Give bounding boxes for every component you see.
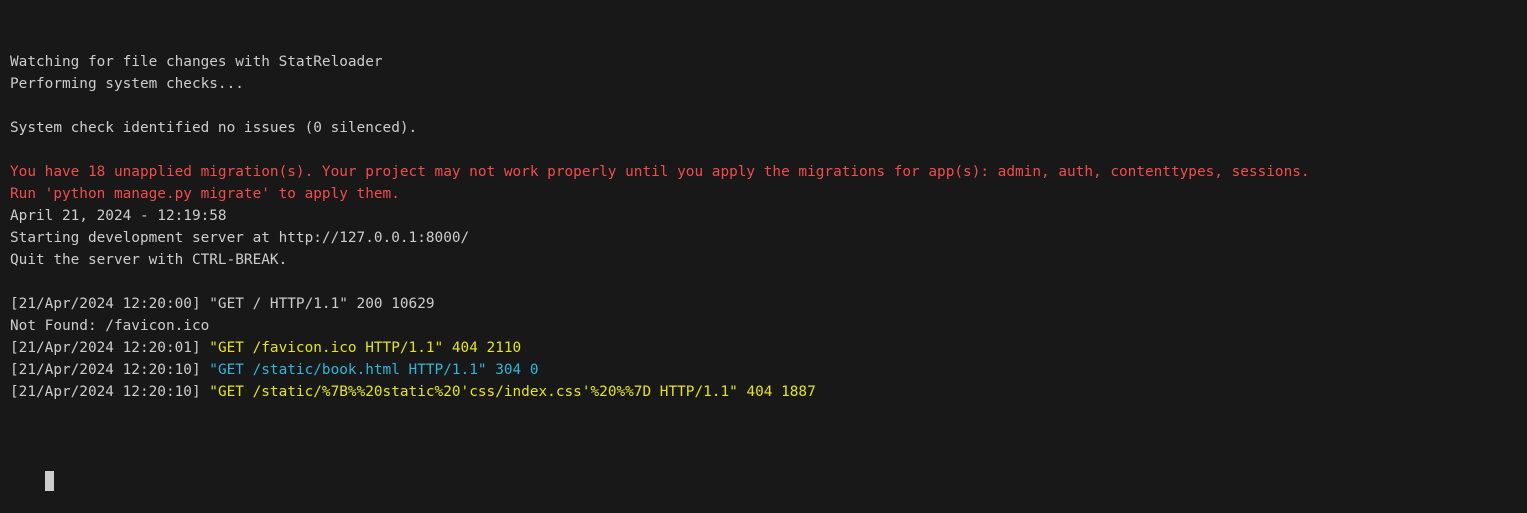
terminal-line: Starting development server at http://12… <box>10 227 1517 249</box>
terminal-line: Performing system checks... <box>10 73 1517 95</box>
terminal-output[interactable]: Watching for file changes with StatReloa… <box>0 0 1527 491</box>
terminal-text-segment: "GET /static/book.html HTTP/1.1" 304 0 <box>209 362 539 378</box>
terminal-text-segment: Not Found: /favicon.ico <box>10 318 210 334</box>
terminal-line: Quit the server with CTRL-BREAK. <box>10 249 1517 271</box>
terminal-line: [21/Apr/2024 12:20:10] "GET /static/%7B%… <box>10 381 1517 403</box>
terminal-text-segment: Run 'python manage.py migrate' to apply … <box>10 186 400 202</box>
terminal-line: Watching for file changes with StatReloa… <box>10 51 1517 73</box>
terminal-line: Run 'python manage.py migrate' to apply … <box>10 183 1517 205</box>
terminal-text-segment: Starting development server at http://12… <box>10 230 470 246</box>
text-cursor <box>44 471 54 491</box>
terminal-line: Not Found: /favicon.ico <box>10 315 1517 337</box>
terminal-text-segment: "GET /static/%7B%%20static%20'css/index.… <box>209 384 816 400</box>
prompt-line[interactable] <box>10 447 1517 491</box>
terminal-line: You have 18 unapplied migration(s). Your… <box>10 161 1517 183</box>
terminal-text-segment: April 21, 2024 - 12:19:58 <box>10 208 227 224</box>
terminal-line: [21/Apr/2024 12:20:10] "GET /static/book… <box>10 359 1517 381</box>
terminal-text-segment: [21/Apr/2024 12:20:10] <box>10 384 210 400</box>
terminal-text-segment: Quit the server with CTRL-BREAK. <box>10 252 288 268</box>
terminal-line: [21/Apr/2024 12:20:00] "GET / HTTP/1.1" … <box>10 293 1517 315</box>
terminal-text-segment: "GET /favicon.ico HTTP/1.1" 404 2110 <box>209 340 522 356</box>
terminal-lines: Watching for file changes with StatReloa… <box>10 51 1517 403</box>
terminal-text-segment: Watching for file changes with StatReloa… <box>10 54 383 70</box>
terminal-text-segment: System check identified no issues (0 sil… <box>10 120 418 136</box>
terminal-text-segment: [21/Apr/2024 12:20:00] "GET / HTTP/1.1" … <box>10 296 435 312</box>
terminal-text-segment: [21/Apr/2024 12:20:01] <box>10 340 210 356</box>
terminal-line: April 21, 2024 - 12:19:58 <box>10 205 1517 227</box>
terminal-text-segment: [21/Apr/2024 12:20:10] <box>10 362 210 378</box>
terminal-text-segment: Performing system checks... <box>10 76 244 92</box>
terminal-text-segment: You have 18 unapplied migration(s). Your… <box>10 164 1310 180</box>
terminal-line: [21/Apr/2024 12:20:01] "GET /favicon.ico… <box>10 337 1517 359</box>
terminal-line: System check identified no issues (0 sil… <box>10 117 1517 139</box>
